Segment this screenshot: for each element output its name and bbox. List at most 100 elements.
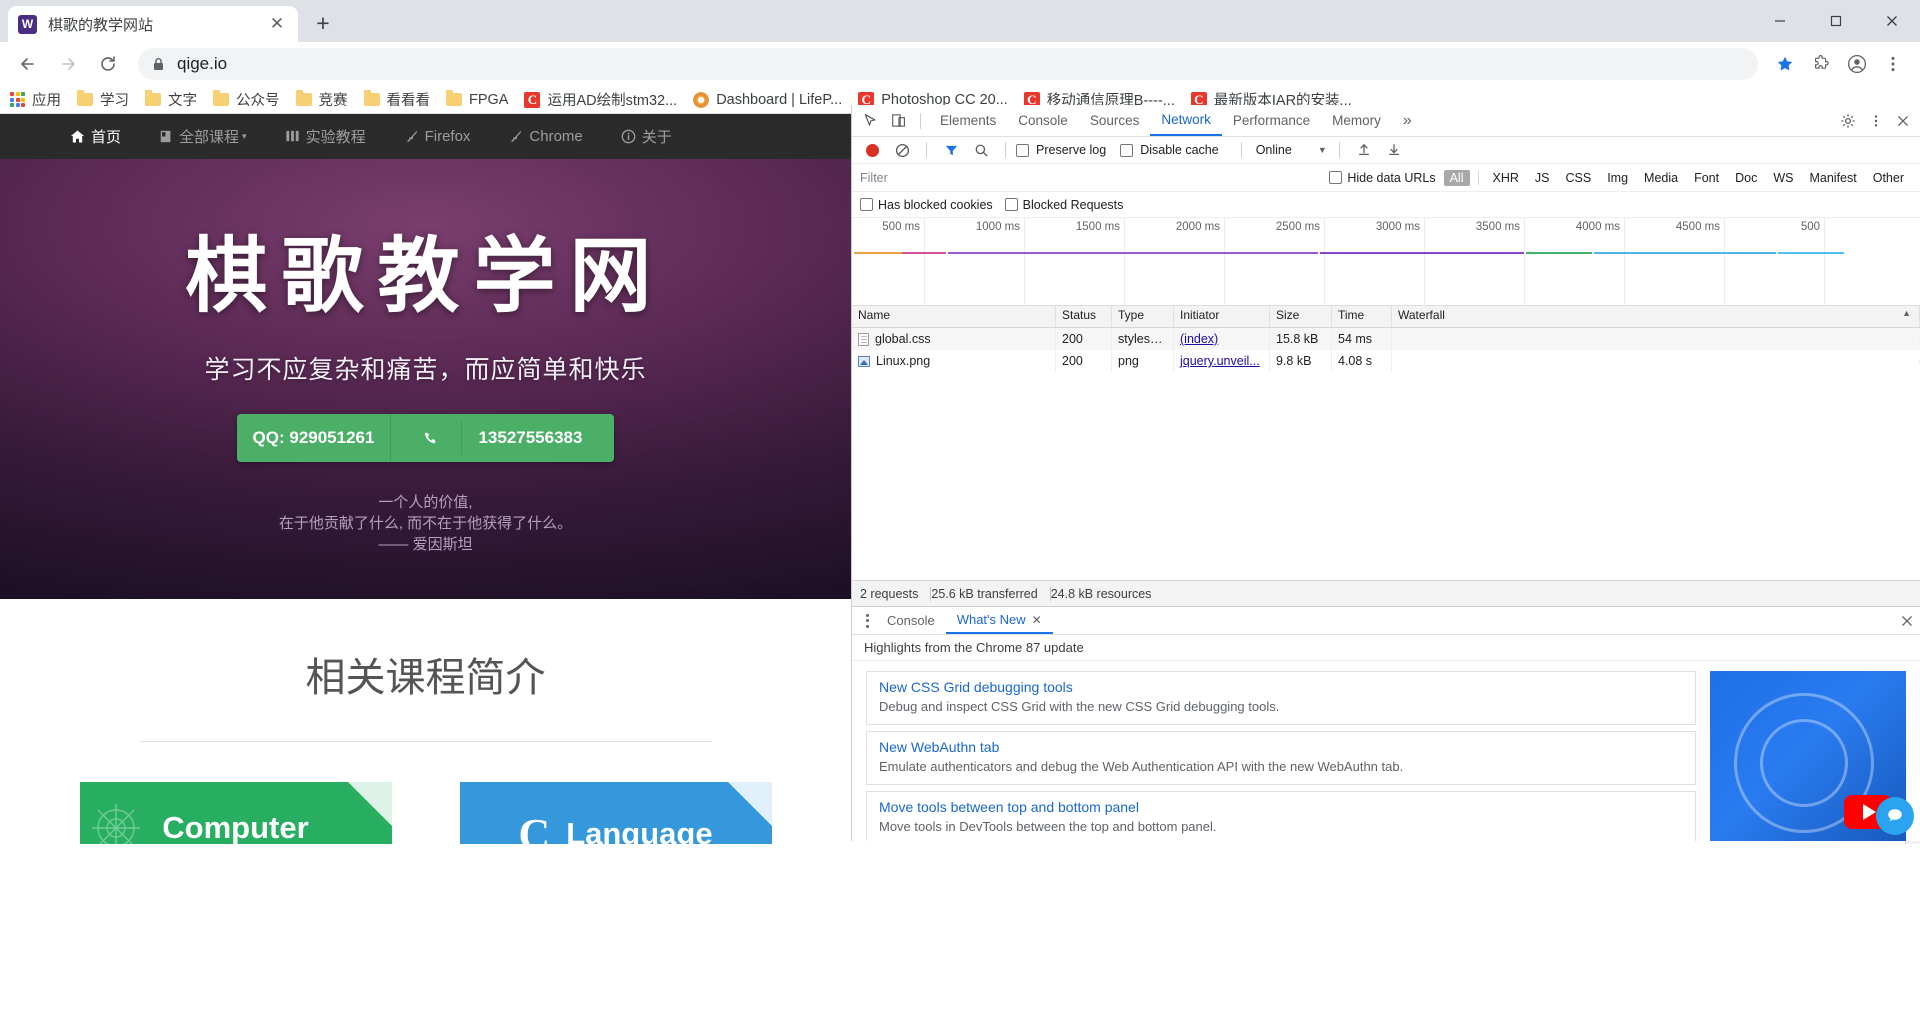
type-filter-ws[interactable]: WS: [1767, 170, 1799, 186]
back-icon[interactable]: [10, 46, 46, 82]
column-header-status[interactable]: Status: [1056, 306, 1112, 327]
disable-cache-checkbox[interactable]: [1120, 143, 1134, 157]
hero-banner: 棋歌教学网 学习不应复杂和痛苦，而应简单和快乐 QQ: 929051261 13…: [0, 159, 851, 599]
import-har-icon[interactable]: [1350, 136, 1378, 164]
devtools-tab-network[interactable]: Network: [1150, 105, 1222, 136]
sitenav-item-lab-tutorial[interactable]: 实验教程: [285, 126, 366, 147]
column-header-name[interactable]: Name: [852, 306, 1056, 327]
whats-new-item[interactable]: Move tools between top and bottom panel …: [866, 791, 1696, 841]
whats-new-title[interactable]: New WebAuthn tab: [879, 739, 1683, 755]
address-bar[interactable]: qige.io: [138, 48, 1758, 80]
preserve-log-checkbox[interactable]: [1016, 143, 1029, 157]
cell-name[interactable]: Linux.png: [852, 350, 1056, 372]
star-icon[interactable]: [1768, 47, 1802, 81]
whats-new-title[interactable]: New CSS Grid debugging tools: [879, 679, 1683, 695]
chat-icon[interactable]: [1876, 797, 1914, 835]
extensions-icon[interactable]: [1804, 47, 1838, 81]
cell-name[interactable]: global.css: [852, 328, 1056, 350]
drawer-tab-whats-new[interactable]: What's New ✕: [945, 607, 1053, 634]
sitenav-item-chrome[interactable]: Chrome: [508, 128, 583, 145]
cell-initiator[interactable]: (index): [1174, 328, 1270, 350]
gear-icon[interactable]: [1834, 107, 1862, 135]
type-filter-xhr[interactable]: XHR: [1487, 170, 1525, 186]
export-har-icon[interactable]: [1380, 136, 1408, 164]
devtools-tab-elements[interactable]: Elements: [929, 105, 1007, 136]
drawer-tab-console[interactable]: Console: [876, 607, 946, 634]
throttling-select[interactable]: Online ▼: [1256, 143, 1327, 157]
profile-icon[interactable]: [1840, 47, 1874, 81]
bookmark-item[interactable]: C 运用AD绘制stm32...: [524, 89, 677, 110]
minimize-icon[interactable]: [1752, 0, 1808, 42]
type-filter-font[interactable]: Font: [1688, 170, 1725, 186]
initiator-link[interactable]: jquery.unveil...: [1180, 354, 1260, 368]
devtools-tab-memory[interactable]: Memory: [1321, 105, 1392, 136]
drawer-close-icon[interactable]: [1894, 608, 1920, 634]
clear-icon[interactable]: [888, 136, 916, 164]
bookmark-item[interactable]: 文字: [145, 89, 197, 110]
devtools-tab-console[interactable]: Console: [1007, 105, 1079, 136]
sitenav-item-home[interactable]: 首页: [70, 126, 121, 147]
initiator-link[interactable]: (index): [1180, 332, 1218, 346]
close-window-icon[interactable]: [1864, 0, 1920, 42]
column-header-type[interactable]: Type: [1112, 306, 1174, 327]
column-header-initiator[interactable]: Initiator: [1174, 306, 1270, 327]
new-tab-button[interactable]: +: [306, 6, 340, 40]
blocked-requests-checkbox[interactable]: [1004, 198, 1018, 211]
filter-icon[interactable]: [937, 136, 965, 164]
table-row[interactable]: global.css 200 stylesh... (index) 15.8 k…: [852, 328, 1920, 350]
table-row[interactable]: Linux.png 200 png jquery.unveil... 9.8 k…: [852, 350, 1920, 372]
inspect-icon[interactable]: [856, 107, 884, 135]
column-header-waterfall[interactable]: Waterfall ▲: [1392, 306, 1920, 327]
devtools-close-icon[interactable]: [1890, 108, 1916, 134]
forward-icon[interactable]: [50, 46, 86, 82]
filter-input[interactable]: Filter: [860, 171, 1030, 185]
type-filter-other[interactable]: Other: [1867, 170, 1910, 186]
type-filter-img[interactable]: Img: [1601, 170, 1634, 186]
tab-close-icon[interactable]: ✕: [266, 13, 288, 35]
search-icon[interactable]: [967, 136, 995, 164]
whats-new-title[interactable]: Move tools between top and bottom panel: [879, 799, 1683, 815]
bookmark-item[interactable]: 学习: [77, 89, 129, 110]
type-filter-media[interactable]: Media: [1638, 170, 1684, 186]
hide-data-urls-checkbox[interactable]: [1329, 171, 1343, 184]
bookmark-apps[interactable]: 应用: [10, 89, 61, 110]
sitenav-item-firefox[interactable]: Firefox: [404, 128, 470, 145]
devtools-drawer: Console What's New ✕ Highlights from the…: [852, 606, 1920, 841]
bookmark-item[interactable]: 竞赛: [295, 89, 348, 110]
course-card[interactable]: Computer Network: [79, 782, 392, 844]
type-filter-manifest[interactable]: Manifest: [1803, 170, 1862, 186]
bookmark-item[interactable]: 公众号: [213, 89, 280, 110]
course-card[interactable]: C Language #include <stdio.h>: [459, 782, 772, 844]
whats-new-item[interactable]: New CSS Grid debugging tools Debug and i…: [866, 671, 1696, 725]
devtools-tabs-overflow[interactable]: »: [1392, 105, 1423, 136]
drawer-more-icon[interactable]: [858, 613, 876, 628]
device-toolbar-icon[interactable]: [884, 107, 912, 135]
more-vertical-icon[interactable]: [1862, 107, 1890, 135]
sitenav-item-about[interactable]: 关于: [621, 126, 672, 147]
type-filter-doc[interactable]: Doc: [1729, 170, 1763, 186]
bookmark-item[interactable]: FPGA: [446, 90, 508, 108]
bookmark-item[interactable]: 看看看: [363, 89, 430, 110]
qq-badge[interactable]: QQ: 929051261: [236, 414, 391, 462]
type-filter-all[interactable]: All: [1443, 169, 1470, 186]
phone-badge[interactable]: 13527556383: [390, 414, 615, 462]
record-button[interactable]: [858, 136, 886, 164]
sort-asc-icon[interactable]: ▲: [1902, 308, 1911, 318]
sitenav-item-all-courses[interactable]: 全部课程 ▾: [159, 126, 247, 147]
column-header-size[interactable]: Size: [1270, 306, 1332, 327]
bookmark-item[interactable]: Dashboard | LifeP...: [693, 91, 842, 108]
reload-icon[interactable]: [90, 46, 126, 82]
has-blocked-cookies-checkbox[interactable]: [860, 198, 873, 211]
type-filter-js[interactable]: JS: [1529, 170, 1556, 186]
devtools-tab-performance[interactable]: Performance: [1222, 105, 1321, 136]
maximize-icon[interactable]: [1808, 0, 1864, 42]
whats-new-item[interactable]: New WebAuthn tab Emulate authenticators …: [866, 731, 1696, 785]
network-overview-timeline[interactable]: 500 ms 1000 ms 1500 ms 2000 ms 2500 ms 3…: [852, 218, 1920, 306]
cell-initiator[interactable]: jquery.unveil...: [1174, 350, 1270, 372]
drawer-tab-close-icon[interactable]: ✕: [1032, 613, 1042, 627]
devtools-tab-sources[interactable]: Sources: [1079, 105, 1151, 136]
browser-menu-icon[interactable]: [1876, 47, 1910, 81]
browser-tab[interactable]: W 棋歌的教学网站 ✕: [8, 6, 298, 42]
column-header-time[interactable]: Time: [1332, 306, 1392, 327]
type-filter-css[interactable]: CSS: [1560, 170, 1598, 186]
